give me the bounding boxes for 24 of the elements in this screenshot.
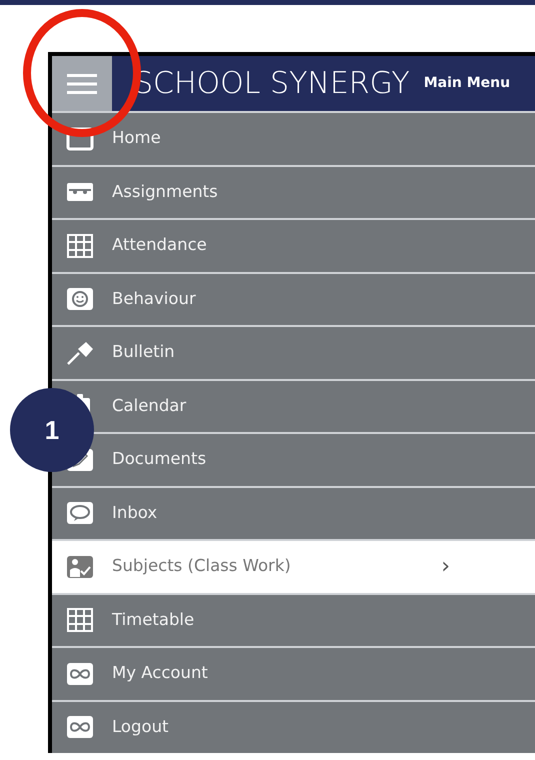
menu-item[interactable]: Timetable bbox=[52, 594, 535, 646]
pin-icon bbox=[66, 340, 94, 365]
page-title: Main Menu bbox=[424, 74, 510, 93]
menu-item[interactable]: Bulletin bbox=[52, 327, 535, 378]
smiley-icon bbox=[66, 287, 94, 312]
grid-icon bbox=[66, 234, 94, 258]
menu-button[interactable] bbox=[52, 56, 112, 111]
menu-item[interactable]: Subjects (Class Work) › bbox=[52, 541, 535, 592]
home-icon bbox=[66, 126, 94, 151]
grid-icon bbox=[66, 608, 94, 632]
menu-item[interactable]: Assignments bbox=[52, 166, 535, 218]
speech-bubble-icon bbox=[66, 501, 94, 526]
menu-icon bbox=[67, 72, 97, 94]
chevron-icon: › bbox=[441, 550, 450, 584]
step-number-badge: 1 bbox=[10, 388, 94, 472]
infinity-icon bbox=[66, 662, 94, 686]
menu-item[interactable]: Logout bbox=[52, 702, 535, 753]
menu-item[interactable]: Attendance bbox=[52, 220, 535, 272]
menu-item[interactable]: Behaviour bbox=[52, 274, 535, 325]
infinity-icon bbox=[66, 715, 94, 740]
menu-item[interactable]: Inbox bbox=[52, 488, 535, 539]
menu-item[interactable]: Home bbox=[52, 113, 535, 164]
menu-item[interactable]: My Account bbox=[52, 648, 535, 700]
person-check-icon bbox=[66, 554, 94, 579]
